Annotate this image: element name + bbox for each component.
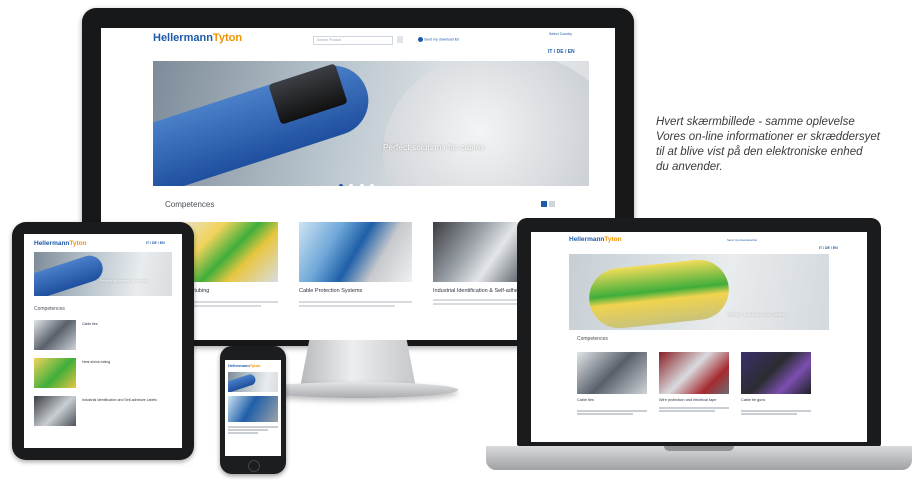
laptop-tubing-image xyxy=(586,256,732,330)
laptop-lid: HellermannTyton Send my download list IT… xyxy=(517,218,881,446)
phone-logo-main: Hellermann xyxy=(228,363,250,368)
phone-text-lines xyxy=(228,426,278,435)
caption-text: Hvert skærmbillede - samme oplevelse Vor… xyxy=(656,115,913,175)
tablet-item-title: Industrial identification and Self-adhes… xyxy=(82,398,157,402)
phone-logo[interactable]: HellermannTyton xyxy=(228,363,260,368)
hero-pagination xyxy=(339,175,375,186)
cable-image xyxy=(153,61,378,186)
phone-cable-image xyxy=(228,373,257,392)
monitor-stand-base xyxy=(258,382,458,398)
tablet-item-title: Heat shrink tubing xyxy=(82,360,111,364)
tablet-device: HellermannTyton IT / DE / EN Perfect sol… xyxy=(12,222,194,460)
card-image xyxy=(299,222,412,282)
tablet-item-image xyxy=(34,396,76,426)
laptop-card-title: Wire protection and electrical tape xyxy=(659,398,717,402)
caption-line-4: du anvender. xyxy=(656,161,723,173)
download-icon xyxy=(418,37,423,42)
logo-accent-text: Tyton xyxy=(212,32,243,44)
tablet-hero[interactable]: Perfect solutions for cables xyxy=(34,252,172,296)
site-logo[interactable]: HellermannTyton xyxy=(153,32,242,44)
search-input[interactable]: Search Product xyxy=(313,36,393,45)
laptop-card-image xyxy=(659,352,729,394)
globe-image xyxy=(383,61,589,186)
phone-hero[interactable] xyxy=(228,372,278,392)
logo-main-text: Hellermann xyxy=(153,32,213,44)
pager-dot[interactable] xyxy=(349,184,354,186)
language-selector[interactable]: IT / DE / EN xyxy=(548,49,575,55)
tablet-item-image xyxy=(34,358,76,388)
laptop-section-title: Competences xyxy=(577,336,608,342)
caption-line-2: Vores on-line informationer er skrædders… xyxy=(656,131,880,143)
phone-screen: HellermannTyton xyxy=(225,360,281,456)
laptop-card-image xyxy=(741,352,811,394)
list-view-icon[interactable] xyxy=(549,201,555,207)
card-cable-protection[interactable]: Cable Protection Systems xyxy=(299,222,412,309)
tablet-logo-accent: Tyton xyxy=(69,240,87,247)
laptop-card-1[interactable]: Cable ties xyxy=(577,352,647,416)
section-title-competences: Competences xyxy=(165,200,215,209)
laptop-card-title: Cable ties xyxy=(577,398,594,402)
tablet-hero-caption: Perfect solutions for cables xyxy=(100,279,148,283)
search-icon[interactable] xyxy=(397,36,403,43)
tablet-screen: HellermannTyton IT / DE / EN Perfect sol… xyxy=(24,234,182,448)
laptop-trackpad-notch xyxy=(664,446,734,451)
tablet-section-title: Competences xyxy=(34,306,65,312)
laptop-card-image xyxy=(577,352,647,394)
tablet-cable-image xyxy=(34,252,107,296)
hero-banner[interactable]: Perfect solutions for cables xyxy=(153,61,589,186)
tablet-item-title: Cable ties xyxy=(82,322,98,326)
laptop-card-2[interactable]: Wire protection and electrical tape xyxy=(659,352,729,413)
laptop-card-3[interactable]: Cable tie guns xyxy=(741,352,811,416)
pager-dot-active[interactable] xyxy=(339,184,343,186)
download-list-link[interactable]: Send my download list xyxy=(418,37,459,42)
grid-view-icon[interactable] xyxy=(541,201,547,207)
pager-dot[interactable] xyxy=(359,184,364,186)
tablet-logo[interactable]: HellermannTyton xyxy=(34,240,87,247)
laptop-hero-caption: Perfect solutions for cables xyxy=(727,312,787,317)
laptop-language[interactable]: IT / DE / EN xyxy=(819,246,838,250)
card-title: Cable Protection Systems xyxy=(299,288,363,294)
caption-line-3: til at blive vist på den elektroniske en… xyxy=(656,146,863,158)
laptop-logo-main: Hellermann xyxy=(569,236,605,243)
phone-home-button[interactable] xyxy=(248,460,260,472)
tablet-language[interactable]: IT / DE / EN xyxy=(146,241,165,245)
hero-caption: Perfect solutions for cables xyxy=(383,143,485,152)
laptop-card-title: Cable tie guns xyxy=(741,398,766,402)
pager-dot[interactable] xyxy=(370,184,375,186)
tablet-logo-main: Hellermann xyxy=(34,240,70,247)
phone-card-image[interactable] xyxy=(228,396,278,422)
search-placeholder: Search Product xyxy=(317,38,342,42)
select-country-link[interactable]: Select Country xyxy=(549,32,572,36)
laptop-base xyxy=(486,446,912,470)
laptop-logo-accent: Tyton xyxy=(604,236,622,243)
phone-logo-accent: Tyton xyxy=(249,363,261,368)
laptop-logo[interactable]: HellermannTyton xyxy=(569,236,622,243)
laptop-hero[interactable]: Perfect solutions for cables xyxy=(569,254,829,330)
laptop-download-link[interactable]: Send my download list xyxy=(727,238,757,242)
tablet-item-image xyxy=(34,320,76,350)
phone-device: HellermannTyton xyxy=(220,346,286,474)
monitor-stand xyxy=(300,340,416,388)
laptop-screen: HellermannTyton Send my download list IT… xyxy=(531,232,867,442)
download-list-label: Send my download list xyxy=(423,37,460,42)
caption-line-1: Hvert skærmbillede - samme oplevelse xyxy=(656,116,855,128)
